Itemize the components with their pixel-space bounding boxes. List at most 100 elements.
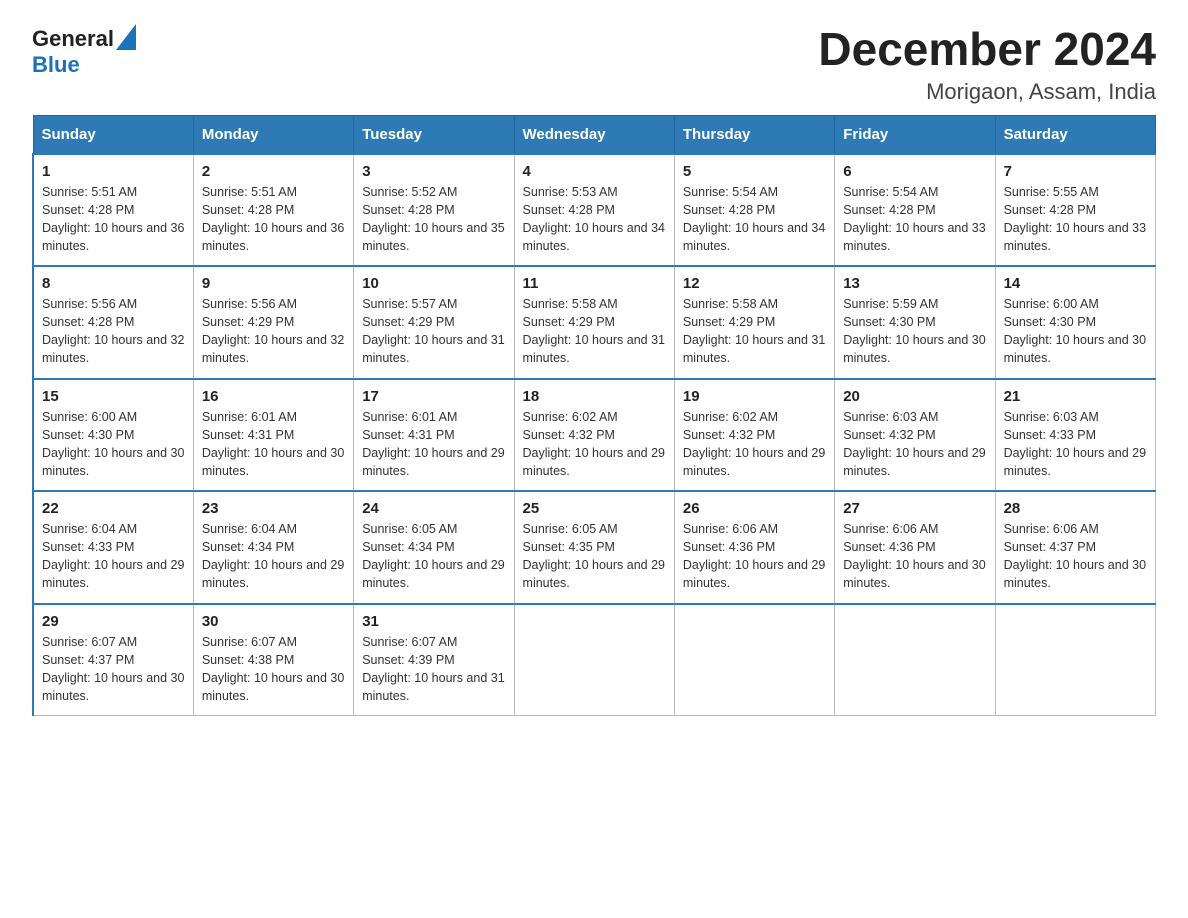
day-number: 22 <box>42 500 185 517</box>
calendar-cell: 4 Sunrise: 5:53 AMSunset: 4:28 PMDaylight… <box>514 154 674 267</box>
day-info: Sunrise: 5:51 AMSunset: 4:28 PMDaylight:… <box>42 185 184 253</box>
day-info: Sunrise: 5:52 AMSunset: 4:28 PMDaylight:… <box>362 185 504 253</box>
day-number: 30 <box>202 613 345 630</box>
calendar-cell: 11 Sunrise: 5:58 AMSunset: 4:29 PMDayligh… <box>514 266 674 379</box>
day-number: 16 <box>202 388 345 405</box>
day-info: Sunrise: 5:58 AMSunset: 4:29 PMDaylight:… <box>683 297 825 365</box>
day-info: Sunrise: 6:01 AMSunset: 4:31 PMDaylight:… <box>362 410 504 478</box>
day-number: 21 <box>1004 388 1147 405</box>
day-header-sunday: Sunday <box>33 115 193 154</box>
day-info: Sunrise: 5:56 AMSunset: 4:29 PMDaylight:… <box>202 297 344 365</box>
calendar-cell: 19 Sunrise: 6:02 AMSunset: 4:32 PMDayligh… <box>674 379 834 492</box>
calendar-cell: 26 Sunrise: 6:06 AMSunset: 4:36 PMDayligh… <box>674 491 834 604</box>
calendar-cell: 23 Sunrise: 6:04 AMSunset: 4:34 PMDayligh… <box>193 491 353 604</box>
day-info: Sunrise: 5:55 AMSunset: 4:28 PMDaylight:… <box>1004 185 1146 253</box>
calendar-cell: 25 Sunrise: 6:05 AMSunset: 4:35 PMDayligh… <box>514 491 674 604</box>
day-number: 19 <box>683 388 826 405</box>
day-info: Sunrise: 6:02 AMSunset: 4:32 PMDaylight:… <box>683 410 825 478</box>
calendar-cell: 9 Sunrise: 5:56 AMSunset: 4:29 PMDaylight… <box>193 266 353 379</box>
day-header-friday: Friday <box>835 115 995 154</box>
day-info: Sunrise: 5:57 AMSunset: 4:29 PMDaylight:… <box>362 297 504 365</box>
calendar-cell: 1 Sunrise: 5:51 AMSunset: 4:28 PMDaylight… <box>33 154 193 267</box>
day-number: 24 <box>362 500 505 517</box>
calendar-cell: 17 Sunrise: 6:01 AMSunset: 4:31 PMDayligh… <box>354 379 514 492</box>
day-header-thursday: Thursday <box>674 115 834 154</box>
day-number: 14 <box>1004 275 1147 292</box>
day-info: Sunrise: 6:02 AMSunset: 4:32 PMDaylight:… <box>523 410 665 478</box>
day-number: 12 <box>683 275 826 292</box>
day-header-monday: Monday <box>193 115 353 154</box>
calendar-header-row: SundayMondayTuesdayWednesdayThursdayFrid… <box>33 115 1156 154</box>
calendar-cell: 20Sunrise: 6:03 AMSunset: 4:32 PMDayligh… <box>835 379 995 492</box>
calendar-cell: 31Sunrise: 6:07 AMSunset: 4:39 PMDayligh… <box>354 604 514 716</box>
day-number: 2 <box>202 163 345 180</box>
day-number: 15 <box>42 388 185 405</box>
calendar-cell <box>995 604 1155 716</box>
day-info: Sunrise: 6:01 AMSunset: 4:31 PMDaylight:… <box>202 410 344 478</box>
calendar-cell: 24 Sunrise: 6:05 AMSunset: 4:34 PMDayligh… <box>354 491 514 604</box>
day-number: 3 <box>362 163 505 180</box>
day-number: 27 <box>843 500 986 517</box>
day-info: Sunrise: 6:07 AMSunset: 4:37 PMDaylight:… <box>42 635 184 703</box>
day-number: 29 <box>42 613 185 630</box>
day-info: Sunrise: 5:56 AMSunset: 4:28 PMDaylight:… <box>42 297 184 365</box>
day-number: 7 <box>1004 163 1147 180</box>
day-info: Sunrise: 6:03 AMSunset: 4:32 PMDaylight:… <box>843 410 985 478</box>
calendar-cell: 13Sunrise: 5:59 AMSunset: 4:30 PMDayligh… <box>835 266 995 379</box>
day-info: Sunrise: 6:06 AMSunset: 4:36 PMDaylight:… <box>843 522 985 590</box>
day-info: Sunrise: 6:00 AMSunset: 4:30 PMDaylight:… <box>42 410 184 478</box>
day-number: 8 <box>42 275 185 292</box>
day-info: Sunrise: 6:04 AMSunset: 4:33 PMDaylight:… <box>42 522 184 590</box>
day-number: 17 <box>362 388 505 405</box>
calendar-cell: 30Sunrise: 6:07 AMSunset: 4:38 PMDayligh… <box>193 604 353 716</box>
day-number: 11 <box>523 275 666 292</box>
calendar-title: December 2024 <box>818 24 1156 75</box>
calendar-cell: 7 Sunrise: 5:55 AMSunset: 4:28 PMDaylight… <box>995 154 1155 267</box>
calendar-week-row: 29 Sunrise: 6:07 AMSunset: 4:37 PMDayligh… <box>33 604 1156 716</box>
calendar-cell: 18Sunrise: 6:02 AMSunset: 4:32 PMDayligh… <box>514 379 674 492</box>
calendar-cell: 6Sunrise: 5:54 AMSunset: 4:28 PMDaylight… <box>835 154 995 267</box>
day-number: 9 <box>202 275 345 292</box>
calendar-cell: 28Sunrise: 6:06 AMSunset: 4:37 PMDayligh… <box>995 491 1155 604</box>
day-info: Sunrise: 6:03 AMSunset: 4:33 PMDaylight:… <box>1004 410 1146 478</box>
calendar-cell: 14 Sunrise: 6:00 AMSunset: 4:30 PMDayligh… <box>995 266 1155 379</box>
day-number: 31 <box>362 613 505 630</box>
day-info: Sunrise: 6:04 AMSunset: 4:34 PMDaylight:… <box>202 522 344 590</box>
day-number: 5 <box>683 163 826 180</box>
day-info: Sunrise: 6:05 AMSunset: 4:34 PMDaylight:… <box>362 522 504 590</box>
calendar-cell <box>514 604 674 716</box>
calendar-cell: 8 Sunrise: 5:56 AMSunset: 4:28 PMDaylight… <box>33 266 193 379</box>
day-info: Sunrise: 5:58 AMSunset: 4:29 PMDaylight:… <box>523 297 665 365</box>
logo: General Blue <box>32 24 137 76</box>
day-info: Sunrise: 5:51 AMSunset: 4:28 PMDaylight:… <box>202 185 344 253</box>
day-number: 1 <box>42 163 185 180</box>
day-number: 26 <box>683 500 826 517</box>
calendar-subtitle: Morigaon, Assam, India <box>818 79 1156 105</box>
calendar-cell: 22 Sunrise: 6:04 AMSunset: 4:33 PMDayligh… <box>33 491 193 604</box>
day-info: Sunrise: 5:54 AMSunset: 4:28 PMDaylight:… <box>843 185 985 253</box>
day-header-saturday: Saturday <box>995 115 1155 154</box>
title-block: December 2024 Morigaon, Assam, India <box>818 24 1156 105</box>
day-info: Sunrise: 6:06 AMSunset: 4:36 PMDaylight:… <box>683 522 825 590</box>
calendar-cell <box>674 604 834 716</box>
day-number: 4 <box>523 163 666 180</box>
day-number: 10 <box>362 275 505 292</box>
calendar-cell: 21 Sunrise: 6:03 AMSunset: 4:33 PMDayligh… <box>995 379 1155 492</box>
day-number: 23 <box>202 500 345 517</box>
calendar-cell: 3 Sunrise: 5:52 AMSunset: 4:28 PMDaylight… <box>354 154 514 267</box>
calendar-cell <box>835 604 995 716</box>
day-info: Sunrise: 5:54 AMSunset: 4:28 PMDaylight:… <box>683 185 825 253</box>
calendar-week-row: 15 Sunrise: 6:00 AMSunset: 4:30 PMDayligh… <box>33 379 1156 492</box>
day-number: 28 <box>1004 500 1147 517</box>
calendar-cell: 2 Sunrise: 5:51 AMSunset: 4:28 PMDaylight… <box>193 154 353 267</box>
calendar-table: SundayMondayTuesdayWednesdayThursdayFrid… <box>32 115 1156 717</box>
calendar-cell: 16 Sunrise: 6:01 AMSunset: 4:31 PMDayligh… <box>193 379 353 492</box>
day-info: Sunrise: 5:59 AMSunset: 4:30 PMDaylight:… <box>843 297 985 365</box>
calendar-week-row: 8 Sunrise: 5:56 AMSunset: 4:28 PMDaylight… <box>33 266 1156 379</box>
day-header-wednesday: Wednesday <box>514 115 674 154</box>
day-number: 25 <box>523 500 666 517</box>
day-info: Sunrise: 6:00 AMSunset: 4:30 PMDaylight:… <box>1004 297 1146 365</box>
day-info: Sunrise: 6:05 AMSunset: 4:35 PMDaylight:… <box>523 522 665 590</box>
calendar-week-row: 1 Sunrise: 5:51 AMSunset: 4:28 PMDaylight… <box>33 154 1156 267</box>
day-info: Sunrise: 5:53 AMSunset: 4:28 PMDaylight:… <box>523 185 665 253</box>
